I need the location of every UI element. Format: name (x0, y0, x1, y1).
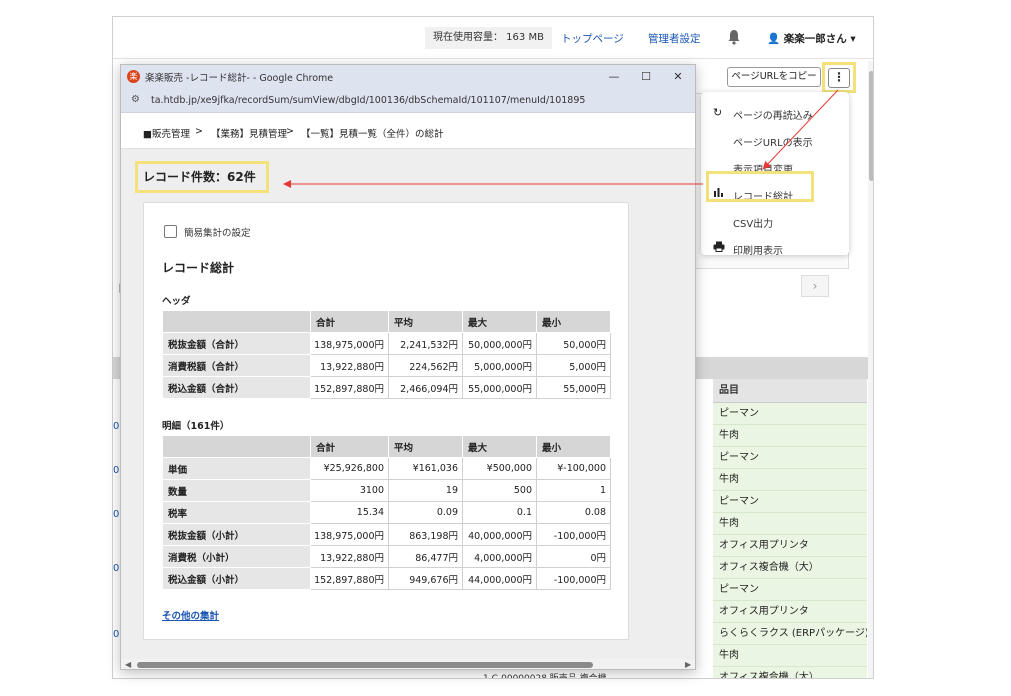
arrow-more-to-record-total (762, 89, 839, 170)
annotation-arrows (283, 89, 839, 188)
